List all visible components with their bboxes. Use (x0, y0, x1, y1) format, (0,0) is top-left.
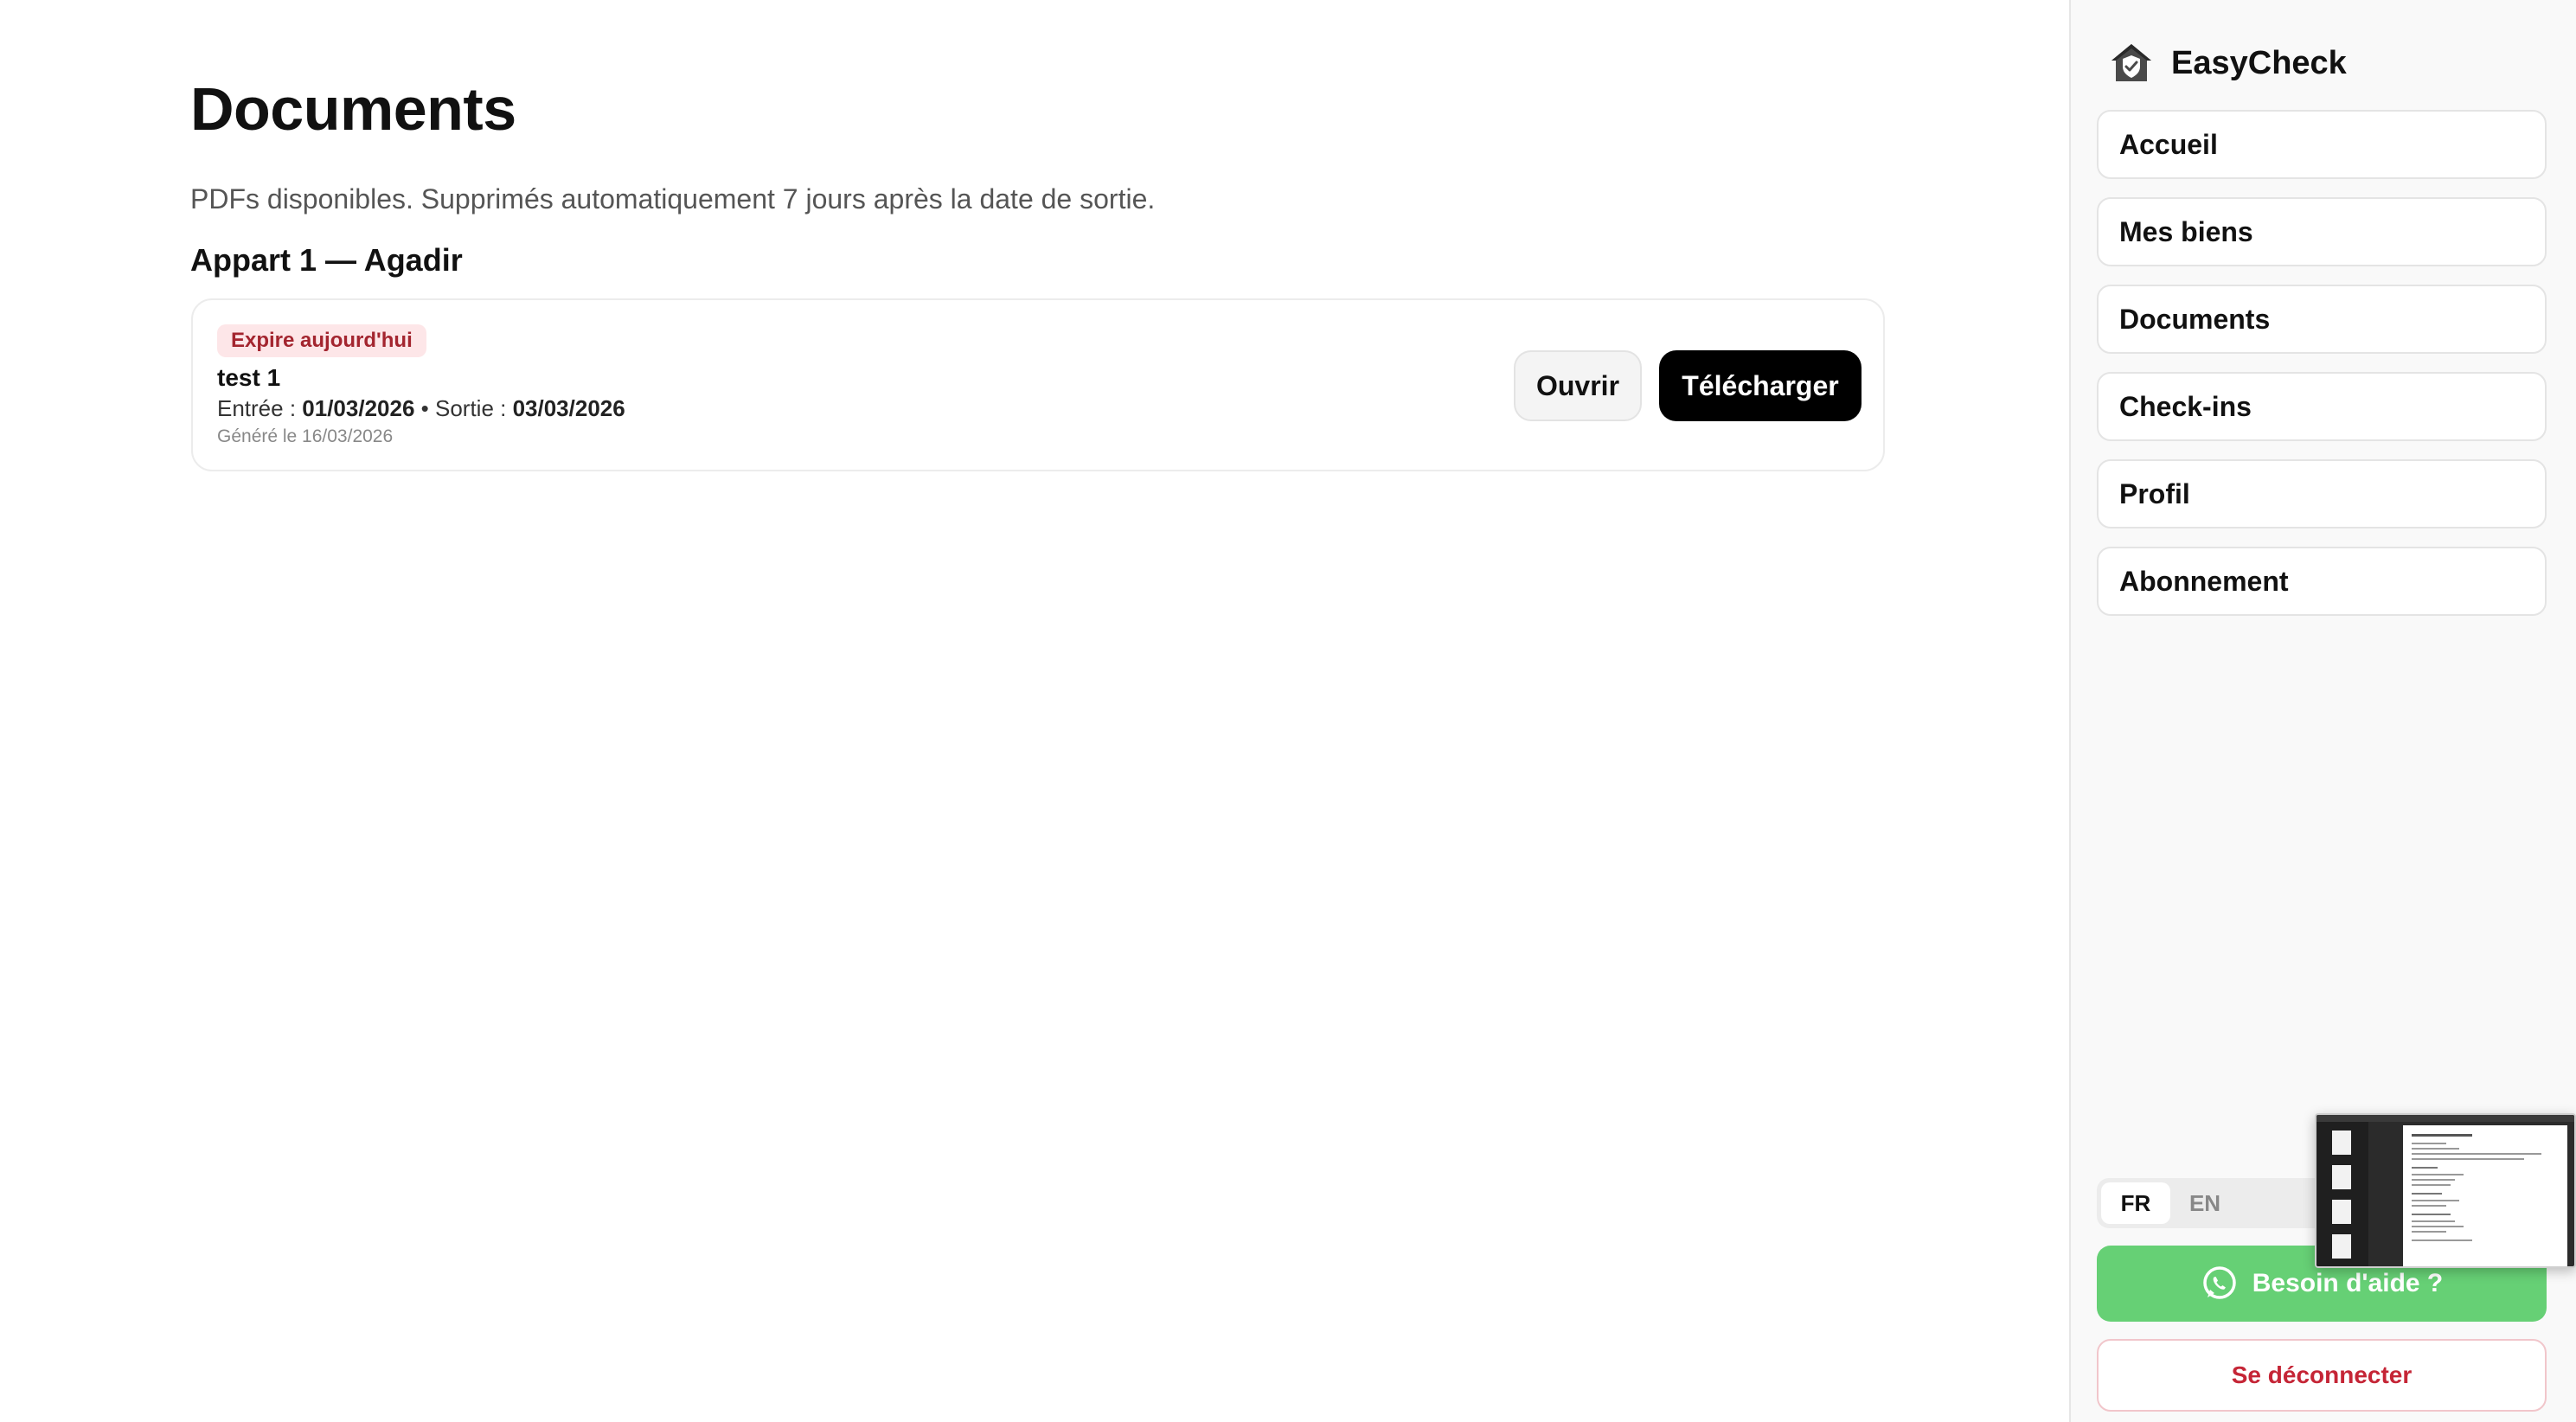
document-dates: Entrée : 01/03/2026 • Sortie : 03/03/202… (217, 395, 625, 422)
page-subtitle: PDFs disponibles. Supprimés automatiquem… (190, 183, 1156, 215)
house-shield-icon (2111, 44, 2151, 81)
generated-date: Généré le 16/03/2026 (217, 426, 394, 446)
nav-item-check-ins[interactable]: Check-ins (2097, 372, 2547, 441)
nav-item-abonnement[interactable]: Abonnement (2097, 547, 2547, 616)
pdf-viewer-miniature (2316, 1115, 2574, 1266)
main-content: Documents PDFs disponibles. Supprimés au… (0, 0, 2069, 1422)
document-card: Expire aujourd'hui test 1 Entrée : 01/03… (191, 298, 1885, 471)
language-fr-button[interactable]: FR (2101, 1182, 2170, 1224)
brand-name: EasyCheck (2171, 44, 2347, 81)
help-label: Besoin d'aide ? (2252, 1269, 2444, 1297)
pdf-preview-thumbnail[interactable] (2315, 1113, 2576, 1268)
logout-button[interactable]: Se déconnecter (2097, 1339, 2547, 1412)
download-button[interactable]: Télécharger (1659, 350, 1862, 421)
exit-date: 03/03/2026 (512, 395, 625, 421)
document-name: test 1 (217, 364, 281, 391)
brand[interactable]: EasyCheck (2109, 42, 2347, 85)
date-separator: • (414, 395, 435, 421)
entry-label: Entrée : (217, 395, 303, 421)
exit-label: Sortie : (434, 395, 513, 421)
open-button[interactable]: Ouvrir (1514, 350, 1642, 421)
nav-item-documents[interactable]: Documents (2097, 285, 2547, 354)
page-title: Documents (190, 75, 516, 143)
nav-item-mes-biens[interactable]: Mes biens (2097, 197, 2547, 266)
nav-item-profil[interactable]: Profil (2097, 459, 2547, 528)
language-en-button[interactable]: EN (2170, 1182, 2240, 1224)
expiry-badge: Expire aujourd'hui (217, 324, 426, 357)
whatsapp-icon (2202, 1266, 2236, 1299)
nav-item-accueil[interactable]: Accueil (2097, 110, 2547, 179)
property-section-title: Appart 1 — Agadir (190, 242, 463, 278)
entry-date: 01/03/2026 (302, 395, 415, 421)
